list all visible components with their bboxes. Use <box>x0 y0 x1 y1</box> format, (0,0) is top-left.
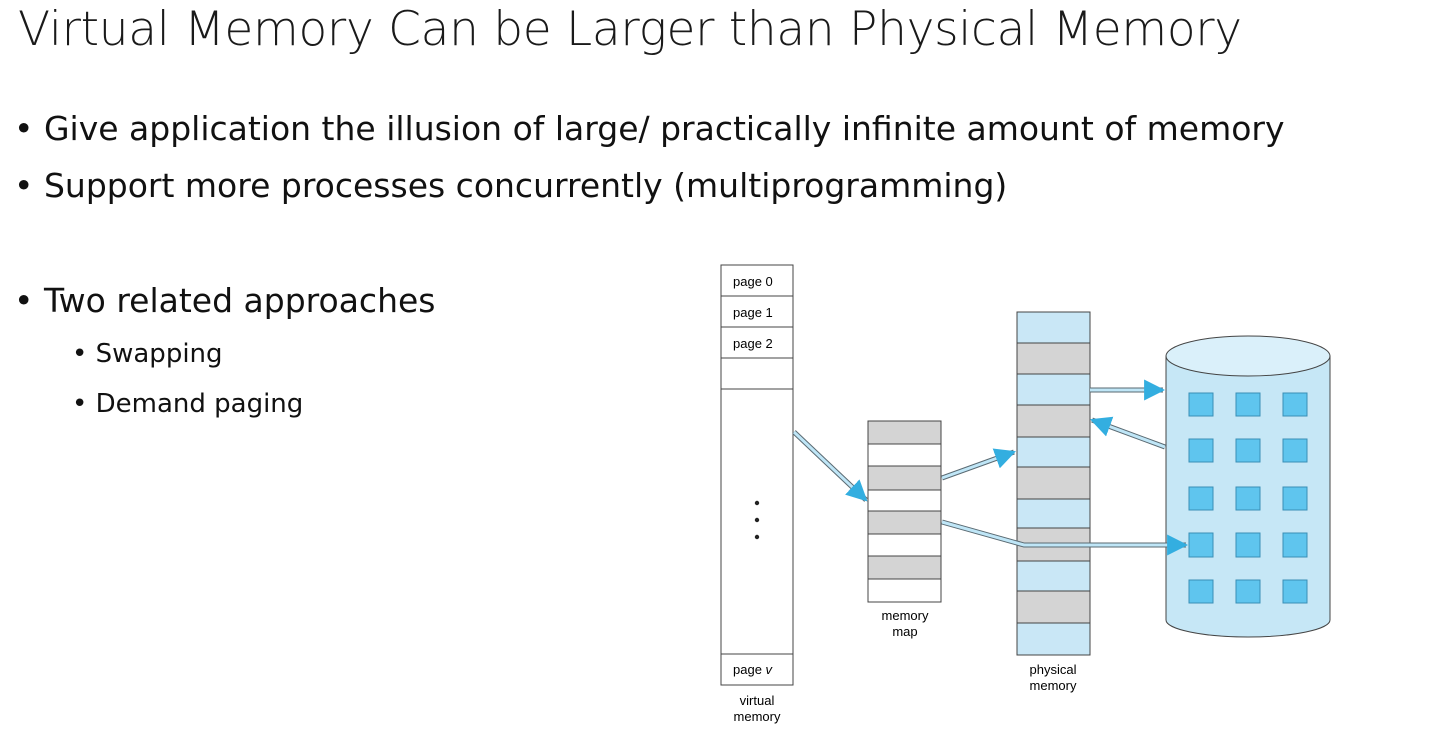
disk-block <box>1282 392 1308 417</box>
virtual-memory-box <box>720 264 794 686</box>
arrow-map-to-frame <box>941 448 1016 480</box>
disk-top <box>1165 335 1331 377</box>
disk-block <box>1235 486 1261 511</box>
mapping-arrows <box>792 379 1189 556</box>
memory-map: memory map <box>867 420 942 639</box>
page-0-label: page 0 <box>733 274 773 289</box>
disk-block <box>1188 579 1214 604</box>
disk-block <box>1235 532 1261 558</box>
map-entry <box>867 465 942 491</box>
map-entry <box>867 420 942 445</box>
ellipsis-dot <box>754 500 760 506</box>
arrow-virtual-to-map <box>792 430 868 502</box>
frame <box>1016 590 1091 624</box>
disk-block <box>1235 438 1261 463</box>
disk <box>1165 335 1331 638</box>
virtual-memory-caption-2: memory <box>734 709 781 724</box>
page-v-label: page v <box>733 662 774 677</box>
disk-block <box>1188 392 1214 417</box>
disk-block <box>1282 532 1308 558</box>
virtual-memory-caption-1: virtual <box>740 693 775 708</box>
virtual-memory-diagram: page 0 page 1 page 2 page v virtual memo… <box>720 264 1331 724</box>
map-entry <box>867 510 942 535</box>
disk-block <box>1235 579 1261 604</box>
physical-memory-caption-2: memory <box>1030 678 1077 693</box>
page-2-label: page 2 <box>733 336 773 351</box>
virtual-memory: page 0 page 1 page 2 page v virtual memo… <box>720 264 794 724</box>
disk-block <box>1282 486 1308 511</box>
ellipsis-dot <box>754 517 760 523</box>
disk-block <box>1235 392 1261 417</box>
physical-memory: physical memory <box>1016 311 1091 693</box>
memory-map-caption-1: memory <box>882 608 929 623</box>
frame <box>1016 404 1091 438</box>
page-1-label: page 1 <box>733 305 773 320</box>
disk-block <box>1188 486 1214 511</box>
frame <box>1016 342 1091 375</box>
ellipsis-dot <box>754 534 760 540</box>
physical-memory-caption-1: physical <box>1030 662 1077 677</box>
memory-map-caption-2: map <box>892 624 917 639</box>
arrow-page-in <box>1090 416 1166 449</box>
disk-block <box>1282 579 1308 604</box>
frame <box>1016 466 1091 500</box>
disk-block <box>1188 532 1214 558</box>
disk-block <box>1282 438 1308 463</box>
disk-block <box>1188 438 1214 463</box>
map-entry <box>867 555 942 580</box>
